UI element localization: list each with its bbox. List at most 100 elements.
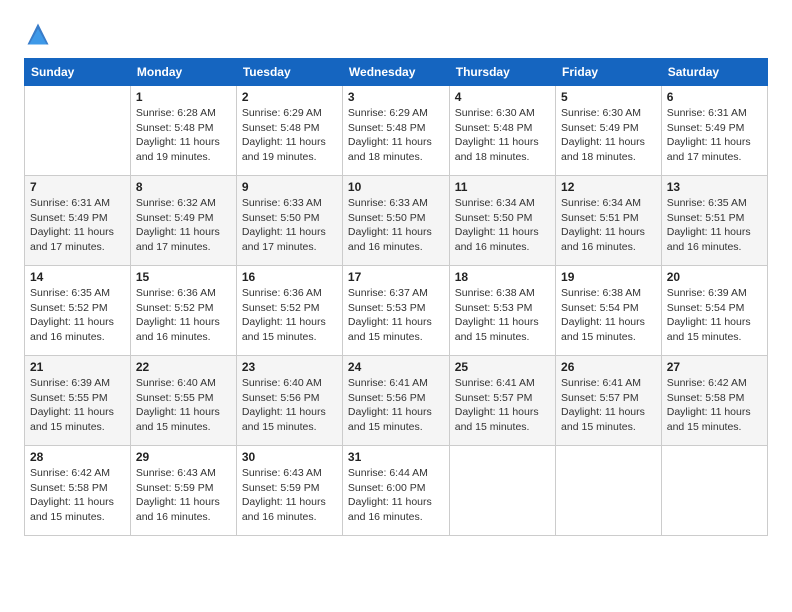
- logo-icon: [24, 20, 52, 48]
- cell-sun-info: Sunrise: 6:36 AMSunset: 5:52 PMDaylight:…: [242, 286, 337, 345]
- cell-day-number: 28: [30, 450, 125, 464]
- calendar-cell: 16 Sunrise: 6:36 AMSunset: 5:52 PMDayligh…: [236, 266, 342, 356]
- weekday-header: Tuesday: [236, 59, 342, 86]
- cell-sun-info: Sunrise: 6:42 AMSunset: 5:58 PMDaylight:…: [667, 376, 762, 435]
- weekday-header: Sunday: [25, 59, 131, 86]
- cell-sun-info: Sunrise: 6:29 AMSunset: 5:48 PMDaylight:…: [348, 106, 444, 165]
- cell-sun-info: Sunrise: 6:38 AMSunset: 5:53 PMDaylight:…: [455, 286, 550, 345]
- calendar-table: SundayMondayTuesdayWednesdayThursdayFrid…: [24, 58, 768, 536]
- calendar-cell: [449, 446, 555, 536]
- cell-day-number: 17: [348, 270, 444, 284]
- calendar-cell: 13Sunrise: 6:35 AMSunset: 5:51 PMDayligh…: [661, 176, 767, 266]
- calendar-cell: 9 Sunrise: 6:33 AMSunset: 5:50 PMDaylight…: [236, 176, 342, 266]
- page-header: [24, 20, 768, 48]
- weekday-header: Thursday: [449, 59, 555, 86]
- cell-day-number: 21: [30, 360, 125, 374]
- calendar-cell: 28Sunrise: 6:42 AMSunset: 5:58 PMDayligh…: [25, 446, 131, 536]
- calendar-cell: 22Sunrise: 6:40 AMSunset: 5:55 PMDayligh…: [130, 356, 236, 446]
- calendar-cell: 30Sunrise: 6:43 AMSunset: 5:59 PMDayligh…: [236, 446, 342, 536]
- calendar-row: 21 Sunrise: 6:39 AMSunset: 5:55 PMDayligh…: [25, 356, 768, 446]
- calendar-cell: 12Sunrise: 6:34 AMSunset: 5:51 PMDayligh…: [556, 176, 662, 266]
- cell-sun-info: Sunrise: 6:44 AMSunset: 6:00 PMDaylight:…: [348, 466, 444, 525]
- cell-sun-info: Sunrise: 6:32 AMSunset: 5:49 PMDaylight:…: [136, 196, 231, 255]
- cell-sun-info: Sunrise: 6:38 AMSunset: 5:54 PMDaylight:…: [561, 286, 656, 345]
- cell-sun-info: Sunrise: 6:29 AMSunset: 5:48 PMDaylight:…: [242, 106, 337, 165]
- calendar-cell: 4 Sunrise: 6:30 AMSunset: 5:48 PMDaylight…: [449, 86, 555, 176]
- cell-sun-info: Sunrise: 6:34 AMSunset: 5:51 PMDaylight:…: [561, 196, 656, 255]
- calendar-header-row: SundayMondayTuesdayWednesdayThursdayFrid…: [25, 59, 768, 86]
- cell-day-number: 30: [242, 450, 337, 464]
- weekday-header: Wednesday: [342, 59, 449, 86]
- calendar-cell: 26 Sunrise: 6:41 AMSunset: 5:57 PMDayligh…: [556, 356, 662, 446]
- calendar-cell: [661, 446, 767, 536]
- calendar-cell: [556, 446, 662, 536]
- cell-day-number: 24: [348, 360, 444, 374]
- calendar-cell: 6 Sunrise: 6:31 AMSunset: 5:49 PMDaylight…: [661, 86, 767, 176]
- cell-day-number: 19: [561, 270, 656, 284]
- cell-day-number: 29: [136, 450, 231, 464]
- cell-sun-info: Sunrise: 6:41 AMSunset: 5:57 PMDaylight:…: [561, 376, 656, 435]
- weekday-header: Friday: [556, 59, 662, 86]
- calendar-cell: 15Sunrise: 6:36 AMSunset: 5:52 PMDayligh…: [130, 266, 236, 356]
- calendar-cell: 11 Sunrise: 6:34 AMSunset: 5:50 PMDayligh…: [449, 176, 555, 266]
- cell-sun-info: Sunrise: 6:34 AMSunset: 5:50 PMDaylight:…: [455, 196, 550, 255]
- logo: [24, 20, 56, 48]
- calendar-cell: 23Sunrise: 6:40 AMSunset: 5:56 PMDayligh…: [236, 356, 342, 446]
- cell-sun-info: Sunrise: 6:28 AMSunset: 5:48 PMDaylight:…: [136, 106, 231, 165]
- cell-sun-info: Sunrise: 6:31 AMSunset: 5:49 PMDaylight:…: [30, 196, 125, 255]
- calendar-cell: 10Sunrise: 6:33 AMSunset: 5:50 PMDayligh…: [342, 176, 449, 266]
- cell-day-number: 6: [667, 90, 762, 104]
- cell-day-number: 7: [30, 180, 125, 194]
- calendar-cell: 3 Sunrise: 6:29 AMSunset: 5:48 PMDaylight…: [342, 86, 449, 176]
- cell-sun-info: Sunrise: 6:33 AMSunset: 5:50 PMDaylight:…: [242, 196, 337, 255]
- cell-sun-info: Sunrise: 6:35 AMSunset: 5:52 PMDaylight:…: [30, 286, 125, 345]
- cell-sun-info: Sunrise: 6:40 AMSunset: 5:56 PMDaylight:…: [242, 376, 337, 435]
- cell-sun-info: Sunrise: 6:39 AMSunset: 5:55 PMDaylight:…: [30, 376, 125, 435]
- cell-sun-info: Sunrise: 6:39 AMSunset: 5:54 PMDaylight:…: [667, 286, 762, 345]
- calendar-cell: 27 Sunrise: 6:42 AMSunset: 5:58 PMDayligh…: [661, 356, 767, 446]
- calendar-cell: 14Sunrise: 6:35 AMSunset: 5:52 PMDayligh…: [25, 266, 131, 356]
- cell-day-number: 3: [348, 90, 444, 104]
- calendar-cell: 17 Sunrise: 6:37 AMSunset: 5:53 PMDayligh…: [342, 266, 449, 356]
- weekday-header: Monday: [130, 59, 236, 86]
- calendar-cell: 20Sunrise: 6:39 AMSunset: 5:54 PMDayligh…: [661, 266, 767, 356]
- calendar-row: 7 Sunrise: 6:31 AMSunset: 5:49 PMDaylight…: [25, 176, 768, 266]
- cell-sun-info: Sunrise: 6:30 AMSunset: 5:49 PMDaylight:…: [561, 106, 656, 165]
- calendar-row: 1 Sunrise: 6:28 AMSunset: 5:48 PMDaylight…: [25, 86, 768, 176]
- cell-day-number: 18: [455, 270, 550, 284]
- cell-day-number: 1: [136, 90, 231, 104]
- cell-day-number: 16: [242, 270, 337, 284]
- cell-day-number: 26: [561, 360, 656, 374]
- cell-sun-info: Sunrise: 6:36 AMSunset: 5:52 PMDaylight:…: [136, 286, 231, 345]
- cell-sun-info: Sunrise: 6:41 AMSunset: 5:57 PMDaylight:…: [455, 376, 550, 435]
- cell-day-number: 10: [348, 180, 444, 194]
- cell-day-number: 11: [455, 180, 550, 194]
- calendar-cell: 19 Sunrise: 6:38 AMSunset: 5:54 PMDayligh…: [556, 266, 662, 356]
- calendar-cell: 29Sunrise: 6:43 AMSunset: 5:59 PMDayligh…: [130, 446, 236, 536]
- calendar-cell: 7 Sunrise: 6:31 AMSunset: 5:49 PMDaylight…: [25, 176, 131, 266]
- calendar-cell: 24 Sunrise: 6:41 AMSunset: 5:56 PMDayligh…: [342, 356, 449, 446]
- calendar-cell: 31 Sunrise: 6:44 AMSunset: 6:00 PMDayligh…: [342, 446, 449, 536]
- cell-sun-info: Sunrise: 6:40 AMSunset: 5:55 PMDaylight:…: [136, 376, 231, 435]
- cell-day-number: 25: [455, 360, 550, 374]
- cell-sun-info: Sunrise: 6:31 AMSunset: 5:49 PMDaylight:…: [667, 106, 762, 165]
- cell-sun-info: Sunrise: 6:37 AMSunset: 5:53 PMDaylight:…: [348, 286, 444, 345]
- cell-day-number: 2: [242, 90, 337, 104]
- cell-day-number: 4: [455, 90, 550, 104]
- calendar-row: 14Sunrise: 6:35 AMSunset: 5:52 PMDayligh…: [25, 266, 768, 356]
- calendar-cell: 8 Sunrise: 6:32 AMSunset: 5:49 PMDaylight…: [130, 176, 236, 266]
- cell-day-number: 8: [136, 180, 231, 194]
- calendar-cell: 2 Sunrise: 6:29 AMSunset: 5:48 PMDaylight…: [236, 86, 342, 176]
- calendar-cell: 1 Sunrise: 6:28 AMSunset: 5:48 PMDaylight…: [130, 86, 236, 176]
- cell-day-number: 13: [667, 180, 762, 194]
- calendar-cell: 5Sunrise: 6:30 AMSunset: 5:49 PMDaylight…: [556, 86, 662, 176]
- cell-day-number: 9: [242, 180, 337, 194]
- cell-day-number: 27: [667, 360, 762, 374]
- cell-sun-info: Sunrise: 6:41 AMSunset: 5:56 PMDaylight:…: [348, 376, 444, 435]
- calendar-cell: 25 Sunrise: 6:41 AMSunset: 5:57 PMDayligh…: [449, 356, 555, 446]
- cell-day-number: 31: [348, 450, 444, 464]
- calendar-cell: 21 Sunrise: 6:39 AMSunset: 5:55 PMDayligh…: [25, 356, 131, 446]
- cell-sun-info: Sunrise: 6:30 AMSunset: 5:48 PMDaylight:…: [455, 106, 550, 165]
- calendar-cell: 18 Sunrise: 6:38 AMSunset: 5:53 PMDayligh…: [449, 266, 555, 356]
- calendar-cell: [25, 86, 131, 176]
